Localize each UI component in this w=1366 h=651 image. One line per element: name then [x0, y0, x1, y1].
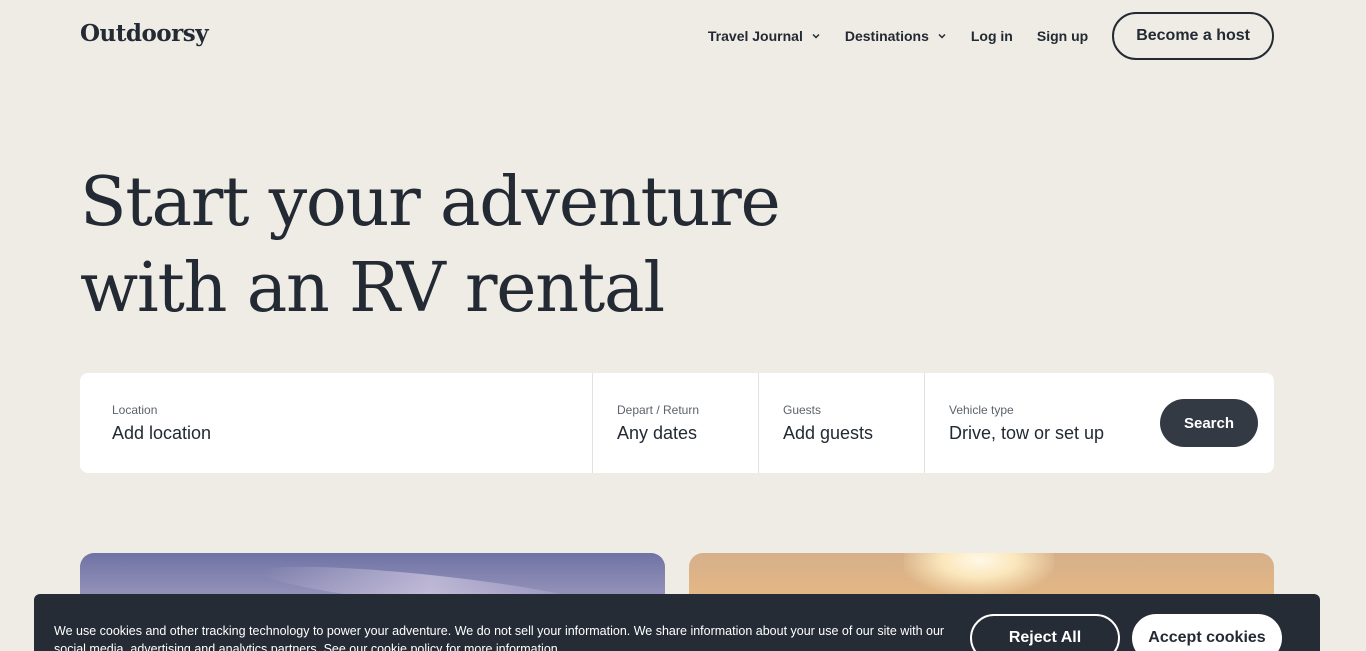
hero-title: Start your adventure with an RV rental — [80, 160, 781, 332]
nav-travel-journal-label: Travel Journal — [707, 28, 803, 44]
cookie-policy-link[interactable]: cookie policy — [371, 642, 443, 651]
location-field[interactable]: Location Add location — [80, 373, 592, 473]
dates-label: Depart / Return — [616, 402, 700, 417]
vehicle-type-field[interactable]: Vehicle type Drive, tow or set up — [923, 373, 1160, 473]
hero-title-line-2: with an RV rental — [80, 249, 665, 328]
sunset-image — [904, 553, 1054, 595]
dates-field[interactable]: Depart / Return Any dates — [591, 373, 758, 473]
cookie-banner: We use cookies and other tracking techno… — [34, 594, 1320, 651]
location-value: Add location — [112, 422, 212, 443]
nav-destinations-label: Destinations — [844, 28, 929, 44]
search-button[interactable]: Search — [1159, 399, 1259, 447]
site-header: Outdoorsy Travel Journal Destinations Lo… — [0, 0, 1366, 74]
nav-destinations[interactable]: Destinations — [845, 28, 947, 44]
guests-value: Add guests — [782, 422, 874, 443]
location-label: Location — [112, 402, 158, 417]
cookie-message: We use cookies and other tracking techno… — [54, 622, 954, 651]
become-host-button[interactable]: Become a host — [1112, 12, 1274, 60]
search-bar: Location Add location Depart / Return An… — [80, 373, 1274, 473]
log-in-link[interactable]: Log in — [971, 28, 1013, 44]
reject-all-button[interactable]: Reject All — [970, 614, 1120, 651]
chevron-down-icon — [938, 33, 946, 39]
chevron-down-icon — [812, 33, 820, 39]
dates-value: Any dates — [616, 422, 698, 443]
main-nav: Travel Journal Destinations Log in Sign … — [684, 12, 1274, 60]
hero-title-line-1: Start your adventure — [80, 163, 781, 242]
sign-up-link[interactable]: Sign up — [1037, 28, 1088, 44]
nav-travel-journal[interactable]: Travel Journal — [708, 28, 821, 44]
vehicle-type-value: Drive, tow or set up — [948, 422, 1105, 443]
outdoorsy-logo[interactable]: Outdoorsy — [80, 20, 209, 47]
vehicle-type-label: Vehicle type — [948, 402, 1014, 417]
guests-field[interactable]: Guests Add guests — [757, 373, 924, 473]
accept-cookies-button[interactable]: Accept cookies — [1132, 614, 1282, 651]
cookie-text-end: for more information. — [442, 642, 562, 651]
guests-label: Guests — [782, 402, 821, 417]
